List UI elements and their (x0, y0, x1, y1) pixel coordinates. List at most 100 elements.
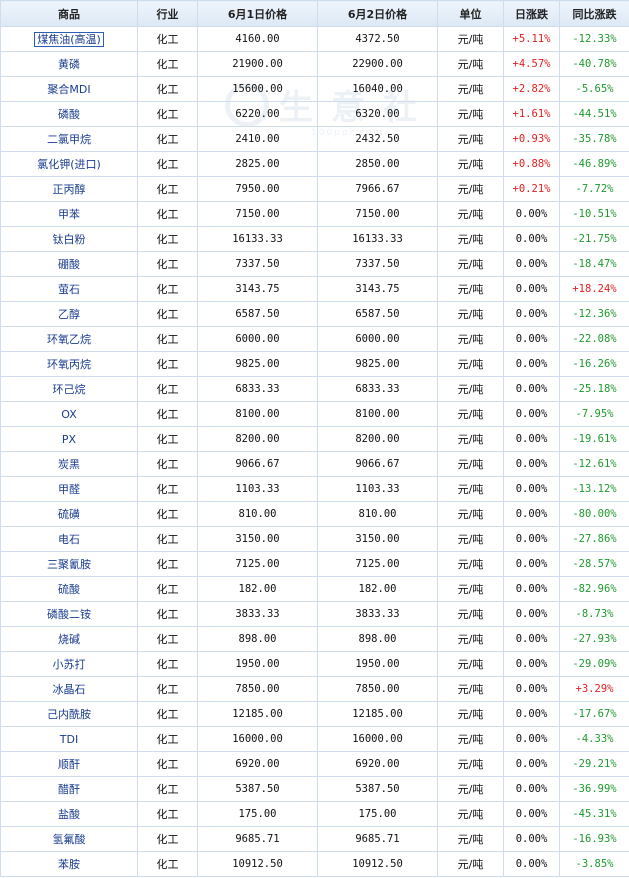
header-product[interactable]: 商品 (0, 0, 138, 27)
product-link[interactable]: 盐酸 (58, 808, 80, 821)
product-link[interactable]: 环己烷 (53, 383, 86, 396)
header-yoy-change[interactable]: 同比涨跌 (559, 0, 629, 27)
unit-cell: 元/吨 (437, 251, 504, 277)
header-industry[interactable]: 行业 (137, 0, 198, 27)
price-june2-cell: 16133.33 (317, 226, 438, 252)
yoy-change-cell: -7.95% (559, 401, 629, 427)
table-row: 电石 化工 3150.00 3150.00 元/吨 0.00% -27.86% (0, 526, 629, 552)
daily-change-cell: 0.00% (503, 201, 560, 227)
product-name-cell: 电石 (0, 526, 138, 552)
product-name-cell: OX (0, 401, 138, 427)
product-name-cell: 环己烷 (0, 376, 138, 402)
table-row: 萤石 化工 3143.75 3143.75 元/吨 0.00% +18.24% (0, 276, 629, 302)
table-row: 三聚氰胺 化工 7125.00 7125.00 元/吨 0.00% -28.57% (0, 551, 629, 577)
table-row: 硫酸 化工 182.00 182.00 元/吨 0.00% -82.96% (0, 576, 629, 602)
product-link[interactable]: 己内酰胺 (47, 708, 91, 721)
daily-change-cell: +4.57% (503, 51, 560, 77)
unit-cell: 元/吨 (437, 726, 504, 752)
product-name-cell: PX (0, 426, 138, 452)
product-link[interactable]: 氯化钾(进口) (37, 158, 101, 171)
industry-cell: 化工 (137, 726, 198, 752)
product-link[interactable]: 炭黑 (58, 458, 80, 471)
unit-cell: 元/吨 (437, 226, 504, 252)
product-link[interactable]: 氢氟酸 (53, 833, 86, 846)
industry-cell: 化工 (137, 751, 198, 777)
product-link[interactable]: 苯胺 (58, 858, 80, 871)
industry-cell: 化工 (137, 851, 198, 877)
product-link[interactable]: 硼酸 (58, 258, 80, 271)
product-link[interactable]: 磷酸 (58, 108, 80, 121)
product-link[interactable]: 黄磷 (58, 58, 80, 71)
header-price-june1[interactable]: 6月1日价格 (197, 0, 318, 27)
table-row: 磷酸二铵 化工 3833.33 3833.33 元/吨 0.00% -8.73% (0, 601, 629, 627)
price-june1-cell: 175.00 (197, 801, 318, 827)
yoy-change-cell: +3.29% (559, 676, 629, 702)
product-link[interactable]: 甲苯 (58, 208, 80, 221)
header-daily-change[interactable]: 日涨跌 (503, 0, 560, 27)
price-june2-cell: 7966.67 (317, 176, 438, 202)
yoy-change-cell: -19.61% (559, 426, 629, 452)
product-link[interactable]: 正丙醇 (53, 183, 86, 196)
unit-cell: 元/吨 (437, 101, 504, 127)
product-link[interactable]: 煤焦油(高温) (34, 32, 104, 47)
price-june1-cell: 4160.00 (197, 26, 318, 52)
price-june1-cell: 10912.50 (197, 851, 318, 877)
table-row: 环氧乙烷 化工 6000.00 6000.00 元/吨 0.00% -22.08% (0, 326, 629, 352)
product-link[interactable]: 磷酸二铵 (47, 608, 91, 621)
product-name-cell: 磷酸二铵 (0, 601, 138, 627)
product-name-cell: 盐酸 (0, 801, 138, 827)
industry-cell: 化工 (137, 801, 198, 827)
table-row: 己内酰胺 化工 12185.00 12185.00 元/吨 0.00% -17.67% (0, 701, 629, 727)
product-link[interactable]: 烧碱 (58, 633, 80, 646)
daily-change-cell: 0.00% (503, 426, 560, 452)
product-link[interactable]: 三聚氰胺 (47, 558, 91, 571)
daily-change-cell: 0.00% (503, 851, 560, 877)
product-link[interactable]: 钛白粉 (53, 233, 86, 246)
daily-change-cell: 0.00% (503, 826, 560, 852)
product-link[interactable]: 硫酸 (58, 583, 80, 596)
header-unit[interactable]: 单位 (437, 0, 504, 27)
yoy-change-cell: -16.26% (559, 351, 629, 377)
industry-cell: 化工 (137, 376, 198, 402)
industry-cell: 化工 (137, 601, 198, 627)
unit-cell: 元/吨 (437, 551, 504, 577)
product-name-cell: TDI (0, 726, 138, 752)
product-name-cell: 黄磷 (0, 51, 138, 77)
product-link[interactable]: 电石 (58, 533, 80, 546)
product-link[interactable]: OX (61, 408, 77, 421)
price-june2-cell: 6833.33 (317, 376, 438, 402)
price-june2-cell: 2850.00 (317, 151, 438, 177)
unit-cell: 元/吨 (437, 76, 504, 102)
table-row: 环己烷 化工 6833.33 6833.33 元/吨 0.00% -25.18% (0, 376, 629, 402)
unit-cell: 元/吨 (437, 51, 504, 77)
product-link[interactable]: 醋酐 (58, 783, 80, 796)
product-link[interactable]: 环氧乙烷 (47, 333, 91, 346)
product-link[interactable]: 甲醛 (58, 483, 80, 496)
price-june2-cell: 6000.00 (317, 326, 438, 352)
product-link[interactable]: PX (62, 433, 76, 446)
product-link[interactable]: 萤石 (58, 283, 80, 296)
daily-change-cell: 0.00% (503, 551, 560, 577)
industry-cell: 化工 (137, 551, 198, 577)
product-link[interactable]: TDI (60, 733, 78, 746)
product-link[interactable]: 硫磺 (58, 508, 80, 521)
product-link[interactable]: 聚合MDI (47, 83, 90, 96)
product-link[interactable]: 环氧丙烷 (47, 358, 91, 371)
product-name-cell: 顺酐 (0, 751, 138, 777)
product-link[interactable]: 冰晶石 (53, 683, 86, 696)
yoy-change-cell: -27.86% (559, 526, 629, 552)
daily-change-cell: +1.61% (503, 101, 560, 127)
product-link[interactable]: 乙醇 (58, 308, 80, 321)
price-june1-cell: 9685.71 (197, 826, 318, 852)
yoy-change-cell: -29.21% (559, 751, 629, 777)
product-link[interactable]: 小苏打 (53, 658, 86, 671)
yoy-change-cell: -10.51% (559, 201, 629, 227)
table-header-row: 商品 行业 6月1日价格 6月2日价格 单位 日涨跌 同比涨跌 (0, 0, 629, 27)
price-june2-cell: 16040.00 (317, 76, 438, 102)
product-link[interactable]: 顺酐 (58, 758, 80, 771)
yoy-change-cell: -12.61% (559, 451, 629, 477)
price-june1-cell: 7337.50 (197, 251, 318, 277)
price-june2-cell: 6320.00 (317, 101, 438, 127)
header-price-june2[interactable]: 6月2日价格 (317, 0, 438, 27)
product-link[interactable]: 二氯甲烷 (47, 133, 91, 146)
